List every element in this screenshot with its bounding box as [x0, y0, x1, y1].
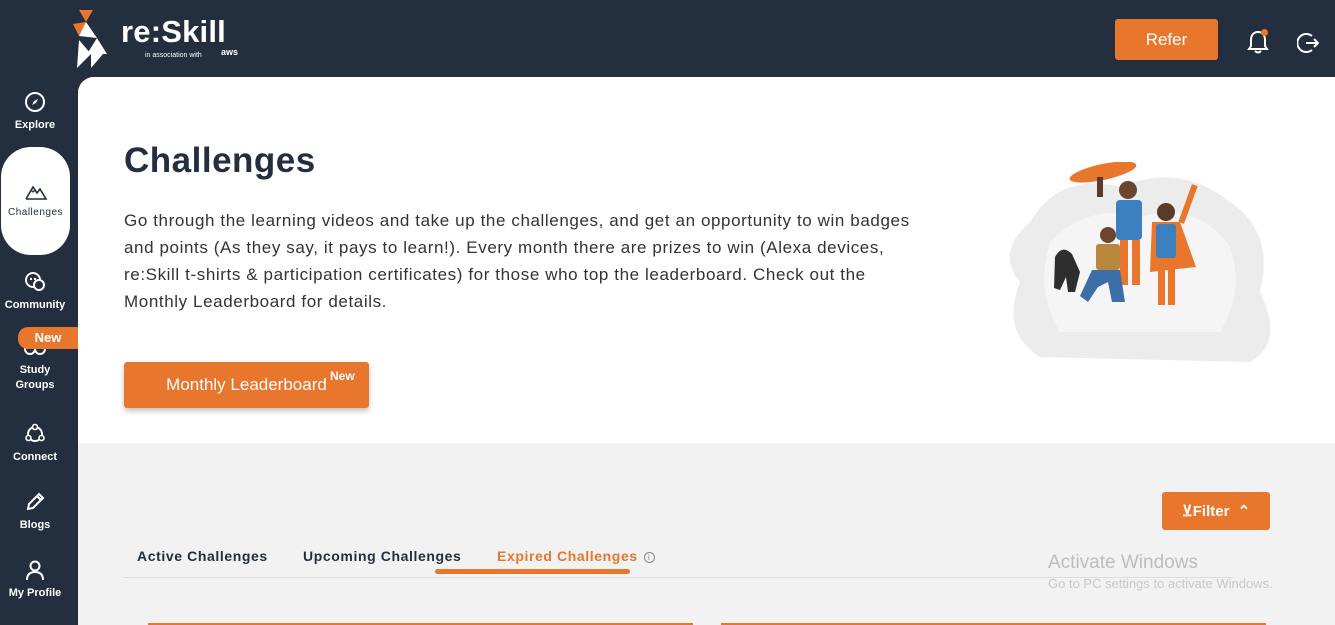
user-icon [26, 560, 44, 581]
logout-icon[interactable] [1297, 32, 1319, 54]
chevron-up-icon: ⌃ [1237, 503, 1251, 520]
info-icon[interactable]: i [643, 552, 655, 563]
tab-active-challenges[interactable]: Active Challenges [137, 548, 268, 564]
windows-watermark-title: Activate Windows [1048, 552, 1198, 573]
compass-icon [25, 92, 45, 112]
filter-icon: ⊻ [1181, 503, 1193, 520]
sidebar-item-label: Blogs [19, 519, 51, 531]
logo-mark-icon [73, 10, 107, 68]
leaderboard-new-badge: New [330, 369, 355, 383]
aws-logo: aws [221, 47, 239, 57]
sidebar-item-challenges[interactable]: Challenges [1, 147, 70, 255]
logo-text: re:Skill [121, 14, 226, 49]
filter-label: Filter [1192, 503, 1230, 520]
sidebar-item-label: Study Groups [15, 364, 55, 391]
tab-upcoming-challenges[interactable]: Upcoming Challenges [303, 548, 461, 564]
sidebar-item-label: Challenges [7, 207, 64, 218]
active-tab-indicator [435, 569, 630, 574]
connect-icon [25, 423, 45, 442]
new-badge: New [18, 327, 78, 349]
reskill-logo[interactable]: re:Skill in association with aws [73, 10, 243, 70]
mountain-icon [24, 185, 47, 200]
sidebar-item-label: Community [4, 299, 66, 311]
sidebar-item-my-profile[interactable]: My Profile [0, 559, 70, 599]
challenges-section: ⊻Filter ⌃ Active Challenges Upcoming Cha… [78, 443, 1335, 625]
sidebar-item-community[interactable]: Community [0, 271, 70, 311]
top-bar: re:Skill in association with aws Refer [0, 0, 1335, 77]
page-description: Go through the learning videos and take … [124, 211, 910, 311]
sidebar-item-blogs[interactable]: Blogs [0, 491, 70, 531]
sidebar-item-label: Connect [13, 451, 57, 463]
tab-expired-challenges[interactable]: Expired Challenges i [497, 548, 655, 564]
sidebar-item-label: My Profile [8, 587, 62, 599]
heroes-illustration [1009, 162, 1271, 362]
filter-button[interactable]: ⊻Filter ⌃ [1162, 492, 1270, 530]
sidebar-item-label: Explore [14, 119, 56, 131]
notification-dot [1261, 29, 1268, 36]
refer-button[interactable]: Refer [1115, 19, 1218, 60]
windows-watermark-subtitle: Go to PC settings to activate Windows. [1048, 576, 1273, 591]
page-title: Challenges [124, 141, 316, 180]
main-content: Challenges Go through the learning video… [78, 77, 1335, 625]
logo-subtitle: in association with [145, 52, 202, 59]
sidebar-item-explore[interactable]: Explore [0, 91, 70, 131]
community-icon [25, 272, 45, 291]
hero-section: Challenges Go through the learning video… [78, 77, 1335, 443]
sidebar-item-connect[interactable]: Connect [0, 423, 70, 463]
pen-icon [26, 492, 45, 511]
tab-label: Expired Challenges [497, 548, 638, 564]
sidebar: Explore Challenges Community Study Group… [0, 77, 78, 625]
